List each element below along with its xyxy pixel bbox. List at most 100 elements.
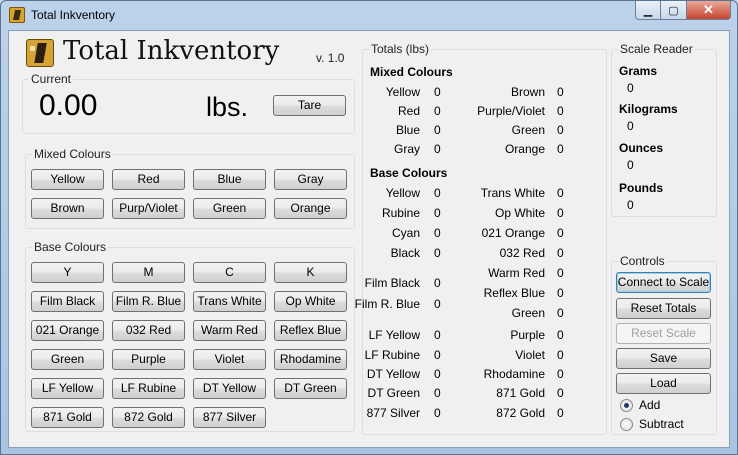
current-weight-unit: lbs.: [206, 92, 249, 122]
total-base-right-value: 0: [557, 286, 564, 300]
total-base-right-label: 021 Orange: [481, 226, 545, 240]
connect-to-scale-button[interactable]: Connect to Scale: [616, 272, 711, 293]
total-base-left-value: 0: [434, 246, 441, 260]
total-base-right-value: 0: [557, 328, 564, 342]
title-bar[interactable]: Total Inkventory ▁ ▢ ✕: [1, 1, 737, 29]
total-base-left-value: 0: [434, 297, 441, 311]
total-base-right-value: 0: [557, 186, 564, 200]
total-base-left-value: 0: [434, 386, 441, 400]
total-base-right-label: Warm Red: [488, 266, 545, 280]
mixed-yellow-button[interactable]: Yellow: [31, 169, 104, 190]
scale-ounces-label: Ounces: [619, 141, 664, 155]
add-mode-radio[interactable]: [620, 399, 633, 412]
total-base-left-label: Yellow: [385, 186, 420, 200]
base-trans-white-button[interactable]: Trans White: [193, 291, 266, 312]
base-purple-button[interactable]: Purple: [112, 349, 185, 370]
close-button[interactable]: ✕: [687, 1, 731, 20]
scale-pounds-value: 0: [627, 198, 634, 212]
total-base-left-label: DT Green: [367, 386, 420, 400]
tare-button[interactable]: Tare: [273, 95, 346, 116]
total-base-left-value: 0: [434, 226, 441, 240]
total-base-left-label: Film R. Blue: [354, 297, 420, 311]
total-mixed-left-label: Red: [397, 104, 420, 118]
add-mode-label[interactable]: Add: [639, 398, 660, 412]
total-base-right-label: 871 Gold: [496, 386, 545, 400]
base-green-button[interactable]: Green: [31, 349, 104, 370]
base-op-white-button[interactable]: Op White: [274, 291, 347, 312]
base-lf-rubine-button[interactable]: LF Rubine: [112, 378, 185, 399]
total-mixed-left-label: Blue: [395, 123, 420, 137]
current-legend: Current: [29, 72, 74, 86]
base-872-gold-button[interactable]: 872 Gold: [112, 407, 185, 428]
base-colours-legend: Base Colours: [32, 240, 109, 254]
base-c-button[interactable]: C: [193, 262, 266, 283]
total-base-right-value: 0: [557, 246, 564, 260]
save-button[interactable]: Save: [616, 348, 711, 369]
total-mixed-left-value: 0: [434, 142, 441, 156]
base-film-r-blue-button[interactable]: Film R. Blue: [112, 291, 185, 312]
total-mixed-left-value: 0: [434, 104, 441, 118]
total-base-left-label: LF Rubine: [364, 348, 420, 362]
current-weight-value: 0.00: [39, 89, 98, 122]
total-mixed-left-label: Yellow: [385, 85, 420, 99]
app-icon: [9, 7, 25, 23]
reset-totals-button[interactable]: Reset Totals: [616, 298, 711, 319]
total-base-right-value: 0: [557, 226, 564, 240]
total-base-left-value: 0: [434, 276, 441, 290]
base-lf-yellow-button[interactable]: LF Yellow: [31, 378, 104, 399]
base-032-red-button[interactable]: 032 Red: [112, 320, 185, 341]
mixed-brown-button[interactable]: Brown: [31, 198, 104, 219]
base-violet-button[interactable]: Violet: [193, 349, 266, 370]
base-rhodamine-button[interactable]: Rhodamine: [274, 349, 347, 370]
total-mixed-left-label: Gray: [393, 142, 420, 156]
total-base-right-value: 0: [557, 348, 564, 362]
total-base-left-label: DT Yellow: [366, 367, 420, 381]
total-base-right-value: 0: [557, 367, 564, 381]
client-area: Total Inkventory v. 1.0 Current 0.00 lbs…: [8, 30, 730, 448]
total-base-right-label: Rhodamine: [483, 367, 545, 381]
subtract-mode-radio[interactable]: [620, 418, 633, 431]
total-mixed-left-value: 0: [434, 123, 441, 137]
window-title: Total Inkventory: [31, 8, 116, 22]
mixed-purp-violet-button[interactable]: Purp/Violet: [112, 198, 185, 219]
reset-scale-button[interactable]: Reset Scale: [616, 323, 711, 344]
mixed-orange-button[interactable]: Orange: [274, 198, 347, 219]
total-mixed-right-value: 0: [557, 123, 564, 137]
logo-icon: [26, 39, 54, 67]
base-film-black-button[interactable]: Film Black: [31, 291, 104, 312]
mixed-red-button[interactable]: Red: [112, 169, 185, 190]
mixed-blue-button[interactable]: Blue: [193, 169, 266, 190]
scale-grams-label: Grams: [619, 64, 658, 78]
base-dt-green-button[interactable]: DT Green: [274, 378, 347, 399]
base-y-button[interactable]: Y: [31, 262, 104, 283]
mixed-gray-button[interactable]: Gray: [274, 169, 347, 190]
total-base-left-value: 0: [434, 367, 441, 381]
base-021-orange-button[interactable]: 021 Orange: [31, 320, 104, 341]
base-871-gold-button[interactable]: 871 Gold: [31, 407, 104, 428]
base-m-button[interactable]: M: [112, 262, 185, 283]
totals-base-heading: Base Colours: [370, 166, 448, 180]
total-mixed-right-value: 0: [557, 142, 564, 156]
scale-kilograms-value: 0: [627, 119, 634, 133]
mixed-green-button[interactable]: Green: [193, 198, 266, 219]
main-window: Total Inkventory ▁ ▢ ✕ Total Inkventory …: [0, 0, 738, 455]
total-base-left-label: Rubine: [381, 206, 420, 220]
base-k-button[interactable]: K: [274, 262, 347, 283]
total-base-right-value: 0: [557, 386, 564, 400]
load-button[interactable]: Load: [616, 373, 711, 394]
scale-reader-legend: Scale Reader: [618, 42, 695, 56]
total-base-left-value: 0: [434, 328, 441, 342]
maximize-button[interactable]: ▢: [661, 1, 687, 20]
minimize-button[interactable]: ▁: [635, 1, 661, 20]
subtract-mode-label[interactable]: Subtract: [639, 417, 684, 431]
scale-ounces-value: 0: [627, 158, 634, 172]
base-877-silver-button[interactable]: 877 Silver: [193, 407, 266, 428]
total-base-right-value: 0: [557, 306, 564, 320]
total-base-left-label: 877 Silver: [366, 406, 420, 420]
total-base-left-value: 0: [434, 348, 441, 362]
total-base-left-value: 0: [434, 186, 441, 200]
total-base-left-label: Black: [390, 246, 420, 260]
base-reflex-blue-button[interactable]: Reflex Blue: [274, 320, 347, 341]
base-dt-yellow-button[interactable]: DT Yellow: [193, 378, 266, 399]
base-warm-red-button[interactable]: Warm Red: [193, 320, 266, 341]
